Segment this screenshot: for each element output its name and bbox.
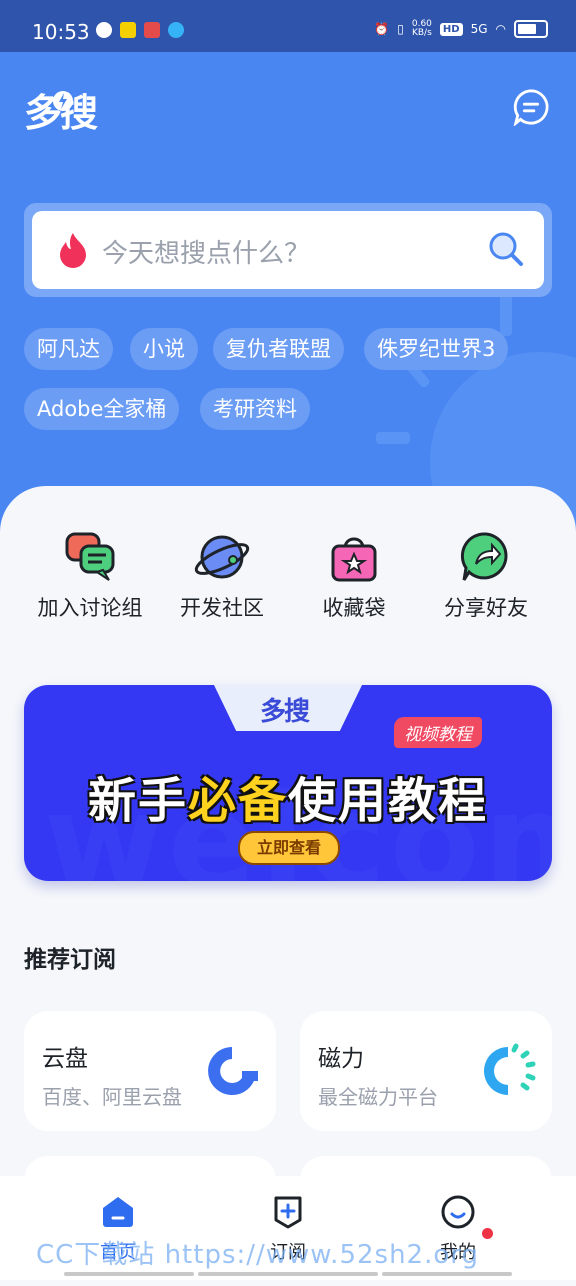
cloud-disk-icon	[208, 1047, 258, 1095]
quick-action-dev-community[interactable]: 开发社区	[152, 530, 292, 622]
message-button[interactable]	[512, 88, 550, 126]
decoration-bar	[376, 432, 410, 444]
subscription-card-magnet[interactable]: 磁力 最全磁力平台	[300, 1011, 552, 1131]
subscription-card-cloud[interactable]: 云盘 百度、阿里云盘	[24, 1011, 276, 1131]
site-watermark: CC下载站 https://www.52sh2.org	[36, 1240, 480, 1270]
hero-section: 多搜 今天想搜点什么？ 阿凡达 小说 复仇者联盟 侏罗纪世界3 Adobe全家桶…	[0, 52, 576, 532]
net-speed-unit: KB/s	[411, 28, 432, 38]
tag-novel[interactable]: 小说	[130, 328, 198, 370]
battery-icon	[514, 20, 548, 38]
gesture-bar	[198, 1272, 378, 1276]
video-tutorial-badge: 视频教程	[394, 717, 482, 748]
section-title: 推荐订阅	[24, 947, 116, 973]
view-now-button[interactable]: 立即查看	[238, 831, 340, 865]
quick-action-share[interactable]: 分享好友	[416, 530, 556, 622]
tag-avatar[interactable]: 阿凡达	[24, 328, 113, 370]
tutorial-banner[interactable]: welcome 多搜 视频教程 新手必备使用教程 立即查看	[24, 685, 552, 881]
quick-action-label: 分享好友	[444, 596, 528, 620]
wifi-icon: ◠	[495, 22, 506, 36]
status-right: ⏰ ▯ 0.60 KB/s HD 5G ◠	[374, 20, 548, 38]
quick-action-label: 开发社区	[180, 596, 264, 620]
gesture-bar	[64, 1272, 194, 1276]
banner-logo: 多搜	[260, 697, 310, 727]
profile-icon	[441, 1195, 475, 1229]
subscribe-icon	[274, 1196, 302, 1229]
banner-title-part2: 使用教程	[288, 773, 489, 829]
tag-jurassic-world[interactable]: 侏罗纪世界3	[364, 328, 509, 370]
share-icon	[460, 532, 508, 581]
search-placeholder[interactable]: 今天想搜点什么？	[102, 233, 310, 270]
chat-bubbles-icon	[65, 532, 115, 581]
decoration-bar	[500, 292, 512, 336]
quick-action-label: 收藏袋	[322, 596, 386, 620]
banner-title-highlight: 必备	[188, 773, 289, 829]
status-time: 10:53	[32, 20, 90, 44]
banner-title: 新手必备使用教程	[88, 761, 488, 831]
home-icon	[103, 1197, 133, 1227]
gesture-bar	[382, 1272, 512, 1276]
vibrate-icon: ▯	[397, 22, 404, 36]
meituan-icon	[120, 22, 136, 38]
quick-action-discussion[interactable]: 加入讨论组	[20, 530, 160, 622]
notification-dot	[482, 1228, 493, 1239]
card-title: 磁力	[318, 1046, 364, 1072]
shopping-bag-icon	[331, 537, 377, 582]
net-speed: 0.60 KB/s	[412, 20, 432, 38]
alarm-icon: ⏰	[374, 22, 390, 36]
notification-icons	[96, 22, 184, 38]
card-subtitle: 最全磁力平台	[318, 1085, 438, 1109]
network-label: 5G	[470, 22, 488, 36]
quick-action-favorites[interactable]: 收藏袋	[284, 530, 424, 622]
search-container: 今天想搜点什么？	[24, 203, 552, 297]
fire-icon	[60, 233, 86, 268]
banner-title-part1: 新手	[88, 773, 189, 829]
search-icon[interactable]	[486, 229, 526, 269]
tag-adobe[interactable]: Adobe全家桶	[24, 388, 180, 430]
message-icon	[96, 22, 112, 38]
lightning-icon	[53, 90, 74, 111]
search-bar[interactable]: 今天想搜点什么？	[32, 211, 544, 289]
magnet-loading-icon	[484, 1043, 536, 1095]
tag-kaoyan[interactable]: 考研资料	[200, 388, 310, 430]
status-bar: 10:53 ⏰ ▯ 0.60 KB/s HD 5G ◠	[0, 0, 576, 52]
qq-icon	[168, 22, 184, 38]
card-title: 云盘	[42, 1046, 88, 1072]
app-logo: 多搜	[24, 82, 98, 137]
planet-icon	[194, 535, 250, 579]
tag-avengers[interactable]: 复仇者联盟	[213, 328, 344, 370]
hd-badge: HD	[439, 22, 463, 36]
quick-action-label: 加入讨论组	[37, 596, 143, 620]
card-subtitle: 百度、阿里云盘	[42, 1085, 182, 1109]
app-icon	[144, 22, 160, 38]
